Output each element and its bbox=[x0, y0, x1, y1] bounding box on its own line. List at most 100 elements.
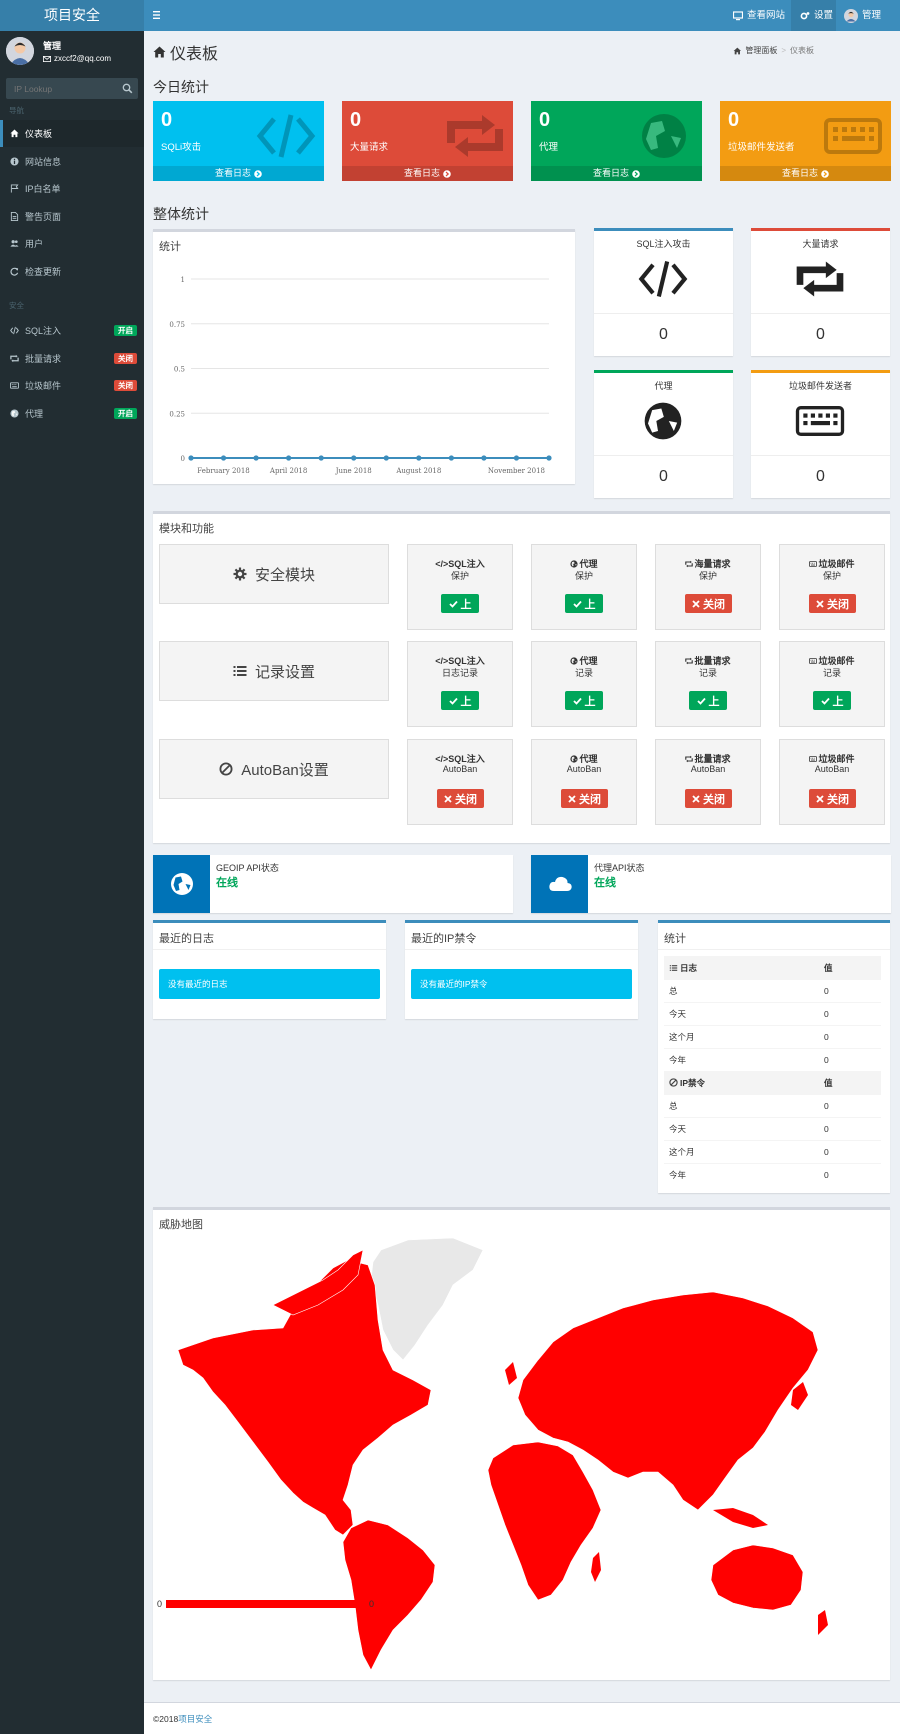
map-legend-min: 0 bbox=[157, 1599, 162, 1609]
flag-icon bbox=[10, 184, 19, 193]
ip-lookup-input[interactable] bbox=[6, 78, 116, 99]
y-tick-label: 0.75 bbox=[169, 321, 185, 329]
chart-point[interactable] bbox=[448, 455, 454, 461]
toggle-on-button[interactable]: 上 bbox=[441, 594, 479, 613]
world-map[interactable]: 0 0 bbox=[153, 1210, 890, 1680]
keyboard-icon bbox=[809, 657, 818, 664]
sidebar-security-item-0[interactable]: SQL注入 开启 bbox=[0, 317, 144, 344]
info-icon bbox=[10, 156, 19, 166]
recent-bans-title: 最近的IP禁令 bbox=[411, 933, 477, 945]
chart-point[interactable] bbox=[416, 455, 422, 461]
toggle-off-button[interactable]: 关闭 bbox=[809, 594, 856, 613]
api-status-value: 在线 bbox=[216, 877, 238, 889]
ip-lookup-form bbox=[6, 78, 138, 99]
view-logs-link[interactable]: 查看日志 bbox=[531, 166, 702, 181]
toggle-on-button[interactable]: 上 bbox=[565, 594, 603, 613]
map-africa[interactable] bbox=[487, 1441, 602, 1601]
breadcrumb-home[interactable]: 管理面板 bbox=[745, 45, 777, 56]
sidebar-item-label: 警告页面 bbox=[25, 211, 62, 222]
keyboard-icon bbox=[809, 560, 818, 567]
sidebar-item-label: 用户 bbox=[25, 239, 44, 249]
view-site-link[interactable]: 查看网站 bbox=[733, 0, 785, 31]
toggle-off-button[interactable]: 关闭 bbox=[809, 789, 856, 808]
sidebar-security-item-3[interactable]: 代理 开启 bbox=[0, 400, 144, 427]
chart-point[interactable] bbox=[188, 455, 194, 461]
sidebar-item-label: 仪表板 bbox=[25, 129, 53, 139]
status-badge: 开启 bbox=[114, 407, 137, 419]
module-button-0[interactable]: 安全模块 bbox=[159, 544, 389, 604]
retweet-icon bbox=[685, 755, 694, 762]
globe-icon bbox=[570, 656, 579, 665]
chart-point[interactable] bbox=[318, 455, 324, 461]
view-logs-link[interactable]: 查看日志 bbox=[342, 166, 513, 181]
check-icon bbox=[448, 600, 458, 608]
sidebar-item-0[interactable]: 仪表板 bbox=[0, 120, 144, 147]
chart-point[interactable] bbox=[513, 455, 520, 461]
map-south-america[interactable] bbox=[342, 1519, 436, 1671]
chart-point[interactable] bbox=[286, 455, 292, 461]
view-logs-link[interactable]: 查看日志 bbox=[720, 166, 891, 181]
map-uk[interactable] bbox=[505, 1362, 517, 1385]
module-button-2[interactable]: AutoBan设置 bbox=[159, 739, 389, 799]
toggle-on-button[interactable]: 上 bbox=[689, 691, 727, 710]
retweet-icon bbox=[685, 657, 694, 664]
sidebar-security-item-1[interactable]: 批量请求 关闭 bbox=[0, 345, 144, 372]
sidebar-item-label: 检查更新 bbox=[25, 266, 62, 277]
sidebar-item-5[interactable]: 检查更新 bbox=[0, 258, 144, 285]
toggle-off-button[interactable]: 关闭 bbox=[437, 789, 484, 808]
chart-point[interactable] bbox=[220, 455, 227, 461]
y-tick-label: 0.25 bbox=[169, 410, 185, 418]
list-icon bbox=[233, 666, 247, 676]
today-box-value: 0 bbox=[350, 109, 362, 131]
footer-link[interactable]: 项目安全 bbox=[178, 1714, 212, 1724]
toggle-on-button[interactable]: 上 bbox=[441, 691, 479, 710]
tile-subtitle: 日志记录 bbox=[441, 668, 478, 678]
map-greenland[interactable] bbox=[370, 1237, 484, 1361]
chart-point[interactable] bbox=[546, 455, 552, 461]
toggle-on-button[interactable]: 上 bbox=[813, 691, 851, 710]
toggle-off-button[interactable]: 关闭 bbox=[685, 594, 732, 613]
sidebar-item-1[interactable]: 网站信息 bbox=[0, 148, 144, 175]
chart-point[interactable] bbox=[383, 455, 389, 461]
breadcrumb-current: 仪表板 bbox=[790, 46, 814, 55]
status-badge: 开启 bbox=[114, 325, 137, 336]
table-row: 这个月 0 bbox=[664, 1140, 881, 1164]
toggle-off-button[interactable]: 关闭 bbox=[561, 789, 608, 808]
menu-toggle-icon[interactable] bbox=[152, 8, 166, 22]
search-icon[interactable] bbox=[122, 83, 133, 94]
toggle-on-button[interactable]: 上 bbox=[565, 691, 603, 710]
module-button-1[interactable]: 记录设置 bbox=[159, 641, 389, 701]
user-menu[interactable]: 管理 bbox=[844, 0, 881, 31]
chart-point[interactable] bbox=[351, 455, 357, 461]
app-logo[interactable]: 项目安全 bbox=[0, 0, 144, 31]
map-legend-max: 0 bbox=[369, 1599, 374, 1609]
map-new-zealand[interactable] bbox=[818, 1610, 828, 1635]
x-tick-label: August 2018 bbox=[395, 467, 441, 475]
sidebar-item-2[interactable]: IP白名单 bbox=[0, 175, 144, 202]
sidebar-item-label: SQL注入 bbox=[25, 326, 62, 336]
sidebar-security-item-2[interactable]: 垃圾邮件 关闭 bbox=[0, 372, 144, 399]
sidebar: 管理 zxccf2@qq.com 导航 仪表板网站信息 IP白名单警告页面用户检查… bbox=[0, 31, 144, 1734]
map-se-asia-islands[interactable] bbox=[713, 1508, 768, 1528]
page-title: 仪表板 bbox=[153, 40, 218, 64]
settings-link[interactable]: 设置 bbox=[791, 0, 836, 31]
footer: ©2018项目安全 bbox=[144, 1702, 900, 1734]
map-australia[interactable] bbox=[710, 1544, 804, 1611]
tile-subtitle: AutoBan bbox=[814, 764, 850, 774]
sidebar-item-4[interactable]: 用户 bbox=[0, 230, 144, 257]
sidebar-item-3[interactable]: 警告页面 bbox=[0, 203, 144, 230]
table-row: 今年 0 bbox=[664, 1163, 881, 1187]
status-badge: 关闭 bbox=[114, 380, 137, 391]
view-logs-link[interactable]: 查看日志 bbox=[153, 166, 324, 181]
overall-card-1: 大量请求 0 bbox=[751, 228, 890, 356]
x-tick-label: February 2018 bbox=[197, 467, 249, 475]
x-tick-label: June 2018 bbox=[335, 467, 372, 475]
table-row: 今天 0 bbox=[664, 1002, 881, 1026]
chart-point[interactable] bbox=[253, 455, 259, 461]
home-icon bbox=[153, 46, 166, 58]
chart-point[interactable] bbox=[481, 455, 487, 461]
nav-section-header: 导航 bbox=[9, 106, 24, 115]
toggle-off-button[interactable]: 关闭 bbox=[685, 789, 732, 808]
check-icon bbox=[448, 697, 458, 705]
map-madagascar[interactable] bbox=[591, 1552, 601, 1582]
